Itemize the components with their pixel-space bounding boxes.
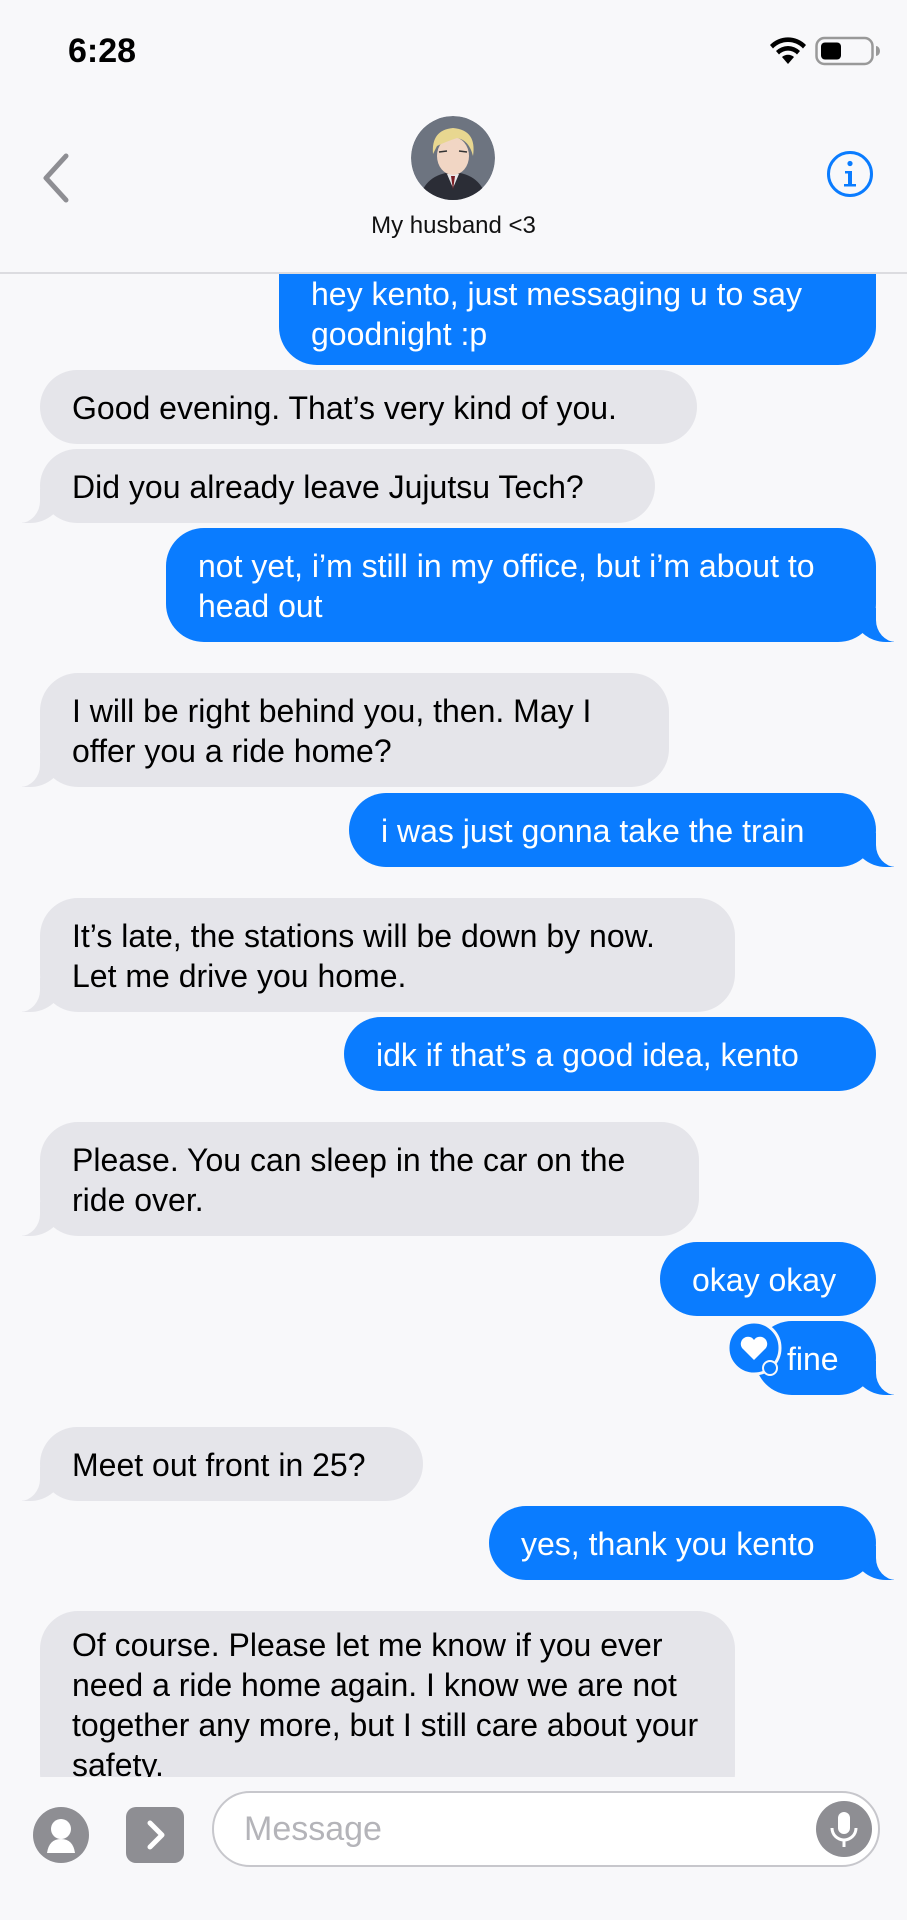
info-icon[interactable] — [826, 150, 874, 198]
message-bubble-received[interactable]: Did you already leave Jujutsu Tech? — [10, 449, 655, 523]
chevron-right-icon — [147, 1820, 165, 1850]
message-bubble-received[interactable]: Please. You can sleep in the car on the … — [10, 1122, 699, 1236]
avatar-image — [411, 116, 495, 200]
message-bubble-sent[interactable]: not yet, i’m still in my office, but i’m… — [166, 528, 906, 642]
message-bubble-sent[interactable]: i was just gonna take the train — [349, 793, 906, 867]
message-bubble-sent[interactable]: idk if that’s a good idea, kento — [344, 1017, 876, 1091]
message-bubble-sent[interactable]: hey kento, just messaging u to say goodn… — [279, 272, 876, 365]
person-icon[interactable] — [33, 1807, 89, 1863]
message-bubble-sent[interactable]: okay okay — [660, 1242, 876, 1316]
back-chevron-icon[interactable] — [36, 148, 76, 208]
message-bubble-received[interactable]: Good evening. That’s very kind of you. — [40, 370, 697, 444]
apps-button[interactable] — [126, 1807, 184, 1863]
battery-icon — [815, 36, 880, 66]
heart-tapback-icon[interactable] — [724, 1322, 784, 1378]
message-bubble-received[interactable]: Meet out front in 25? — [10, 1427, 423, 1501]
contact-name[interactable]: My husband <3 — [0, 212, 907, 240]
message-bubble-received[interactable]: Of course. Please let me know if you eve… — [40, 1611, 735, 1777]
message-bubble-received[interactable]: I will be right behind you, then. May I … — [10, 673, 669, 787]
message-bubble-received[interactable]: It’s late, the stations will be down by … — [10, 898, 735, 1012]
microphone-icon[interactable] — [816, 1801, 872, 1857]
message-thread[interactable]: hey kento, just messaging u to say goodn… — [0, 272, 907, 1777]
conversation-header: My husband <3 — [0, 100, 907, 274]
message-bubble-sent[interactable]: yes, thank you kento — [489, 1506, 906, 1580]
status-time: 6:28 — [68, 32, 137, 70]
message-input[interactable] — [212, 1791, 880, 1867]
avatar[interactable] — [411, 116, 495, 200]
wifi-icon — [770, 37, 806, 64]
status-bar: 6:28 — [0, 0, 907, 100]
composer-bar — [0, 1777, 907, 1920]
